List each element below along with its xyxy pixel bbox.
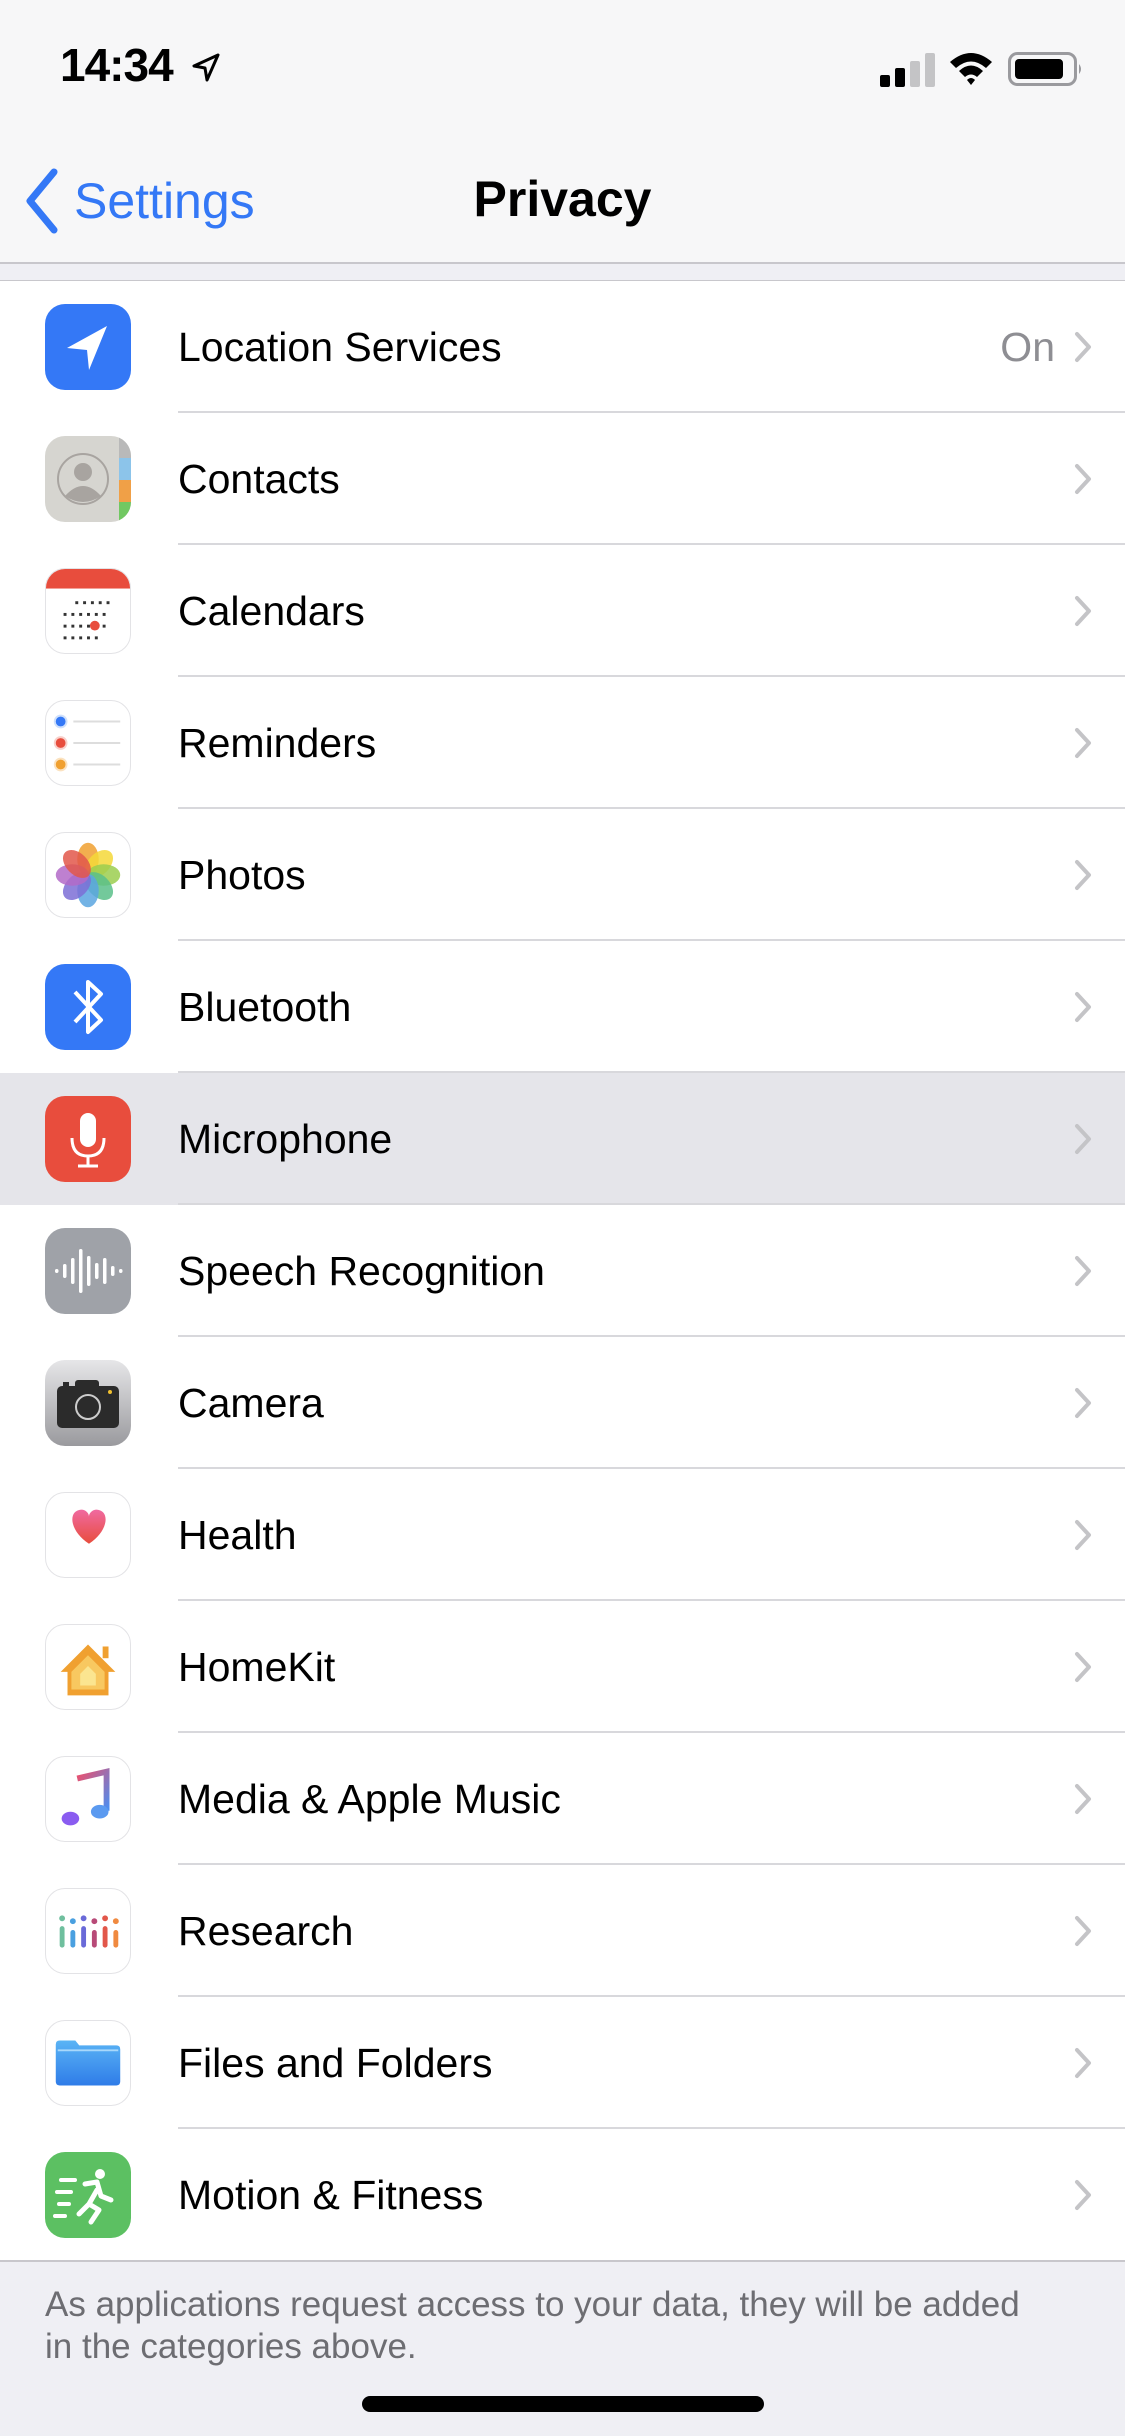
row-label: Location Services bbox=[178, 323, 502, 370]
reminders-icon bbox=[45, 700, 131, 786]
research-icon bbox=[45, 1888, 131, 1974]
privacy-row-files-folders[interactable]: Files and Folders bbox=[0, 1997, 1125, 2129]
chevron-right-icon bbox=[1075, 332, 1091, 362]
navigation-bar: Settings Privacy bbox=[0, 140, 1125, 264]
contacts-icon bbox=[45, 436, 131, 522]
row-label: Research bbox=[178, 1907, 354, 1954]
camera-icon bbox=[45, 1360, 131, 1446]
calendars-icon bbox=[45, 568, 131, 654]
footer-note: As applications request access to your d… bbox=[45, 2285, 1020, 2366]
location-services-icon bbox=[45, 304, 131, 390]
privacy-row-speech-recognition[interactable]: Speech Recognition bbox=[0, 1205, 1125, 1337]
privacy-row-bluetooth[interactable]: Bluetooth bbox=[0, 941, 1125, 1073]
privacy-row-reminders[interactable]: Reminders bbox=[0, 677, 1125, 809]
status-bar: 14:34 bbox=[0, 0, 1125, 140]
chevron-right-icon bbox=[1075, 464, 1091, 494]
chevron-right-icon bbox=[1075, 1520, 1091, 1550]
page-title: Privacy bbox=[473, 171, 652, 227]
chevron-right-icon bbox=[1075, 860, 1091, 890]
files-folders-icon bbox=[45, 2020, 131, 2106]
health-icon bbox=[45, 1492, 131, 1578]
row-label: Motion & Fitness bbox=[178, 2171, 484, 2218]
row-label: Files and Folders bbox=[178, 2039, 493, 2086]
chevron-right-icon bbox=[1075, 1784, 1091, 1814]
photos-icon bbox=[45, 832, 131, 918]
privacy-row-homekit[interactable]: HomeKit bbox=[0, 1601, 1125, 1733]
wifi-icon bbox=[950, 53, 992, 85]
chevron-right-icon bbox=[1075, 728, 1091, 758]
chevron-right-icon bbox=[1075, 1652, 1091, 1682]
home-indicator[interactable] bbox=[362, 2396, 764, 2412]
privacy-row-photos[interactable]: Photos bbox=[0, 809, 1125, 941]
chevron-right-icon bbox=[1075, 1256, 1091, 1286]
chevron-right-icon bbox=[1075, 1388, 1091, 1418]
bluetooth-icon bbox=[45, 964, 131, 1050]
row-label: Bluetooth bbox=[178, 983, 352, 1030]
chevron-right-icon bbox=[1075, 992, 1091, 1022]
motion-fitness-icon bbox=[45, 2152, 131, 2238]
chevron-right-icon bbox=[1075, 2180, 1091, 2210]
media-apple-music-icon bbox=[45, 1756, 131, 1842]
homekit-icon bbox=[45, 1624, 131, 1710]
row-label: Contacts bbox=[178, 455, 340, 502]
chevron-right-icon bbox=[1075, 2048, 1091, 2078]
speech-recognition-icon bbox=[45, 1228, 131, 1314]
row-label: Calendars bbox=[178, 587, 365, 634]
chevron-right-icon bbox=[1075, 1124, 1091, 1154]
chevron-right-icon bbox=[1075, 1916, 1091, 1946]
privacy-row-media-apple-music[interactable]: Media & Apple Music bbox=[0, 1733, 1125, 1865]
privacy-row-health[interactable]: Health bbox=[0, 1469, 1125, 1601]
row-label: Reminders bbox=[178, 719, 377, 766]
privacy-row-contacts[interactable]: Contacts bbox=[0, 413, 1125, 545]
cellular-signal-icon bbox=[880, 53, 935, 87]
status-time: 14:34 bbox=[60, 39, 174, 91]
section-gap bbox=[0, 266, 1125, 281]
row-label: HomeKit bbox=[178, 1643, 336, 1690]
privacy-row-calendars[interactable]: Calendars bbox=[0, 545, 1125, 677]
location-arrow-icon bbox=[192, 53, 220, 82]
privacy-row-camera[interactable]: Camera bbox=[0, 1337, 1125, 1469]
privacy-list: Location Services On Contacts Calendars Remi… bbox=[0, 281, 1125, 2261]
privacy-row-motion-fitness[interactable]: Motion & Fitness bbox=[0, 2129, 1125, 2261]
privacy-row-research[interactable]: Research bbox=[0, 1865, 1125, 1997]
privacy-row-location-services[interactable]: Location Services On bbox=[0, 281, 1125, 413]
privacy-row-microphone[interactable]: Microphone bbox=[0, 1073, 1125, 1205]
row-label: Health bbox=[178, 1511, 297, 1558]
row-label: Photos bbox=[178, 851, 306, 898]
row-label: Media & Apple Music bbox=[178, 1775, 561, 1822]
row-label: Speech Recognition bbox=[178, 1247, 545, 1294]
microphone-icon bbox=[45, 1096, 131, 1182]
row-label: Camera bbox=[178, 1379, 324, 1426]
row-label: Microphone bbox=[178, 1115, 393, 1162]
battery-icon bbox=[1008, 52, 1081, 86]
row-value: On bbox=[1000, 323, 1055, 370]
chevron-right-icon bbox=[1075, 596, 1091, 626]
